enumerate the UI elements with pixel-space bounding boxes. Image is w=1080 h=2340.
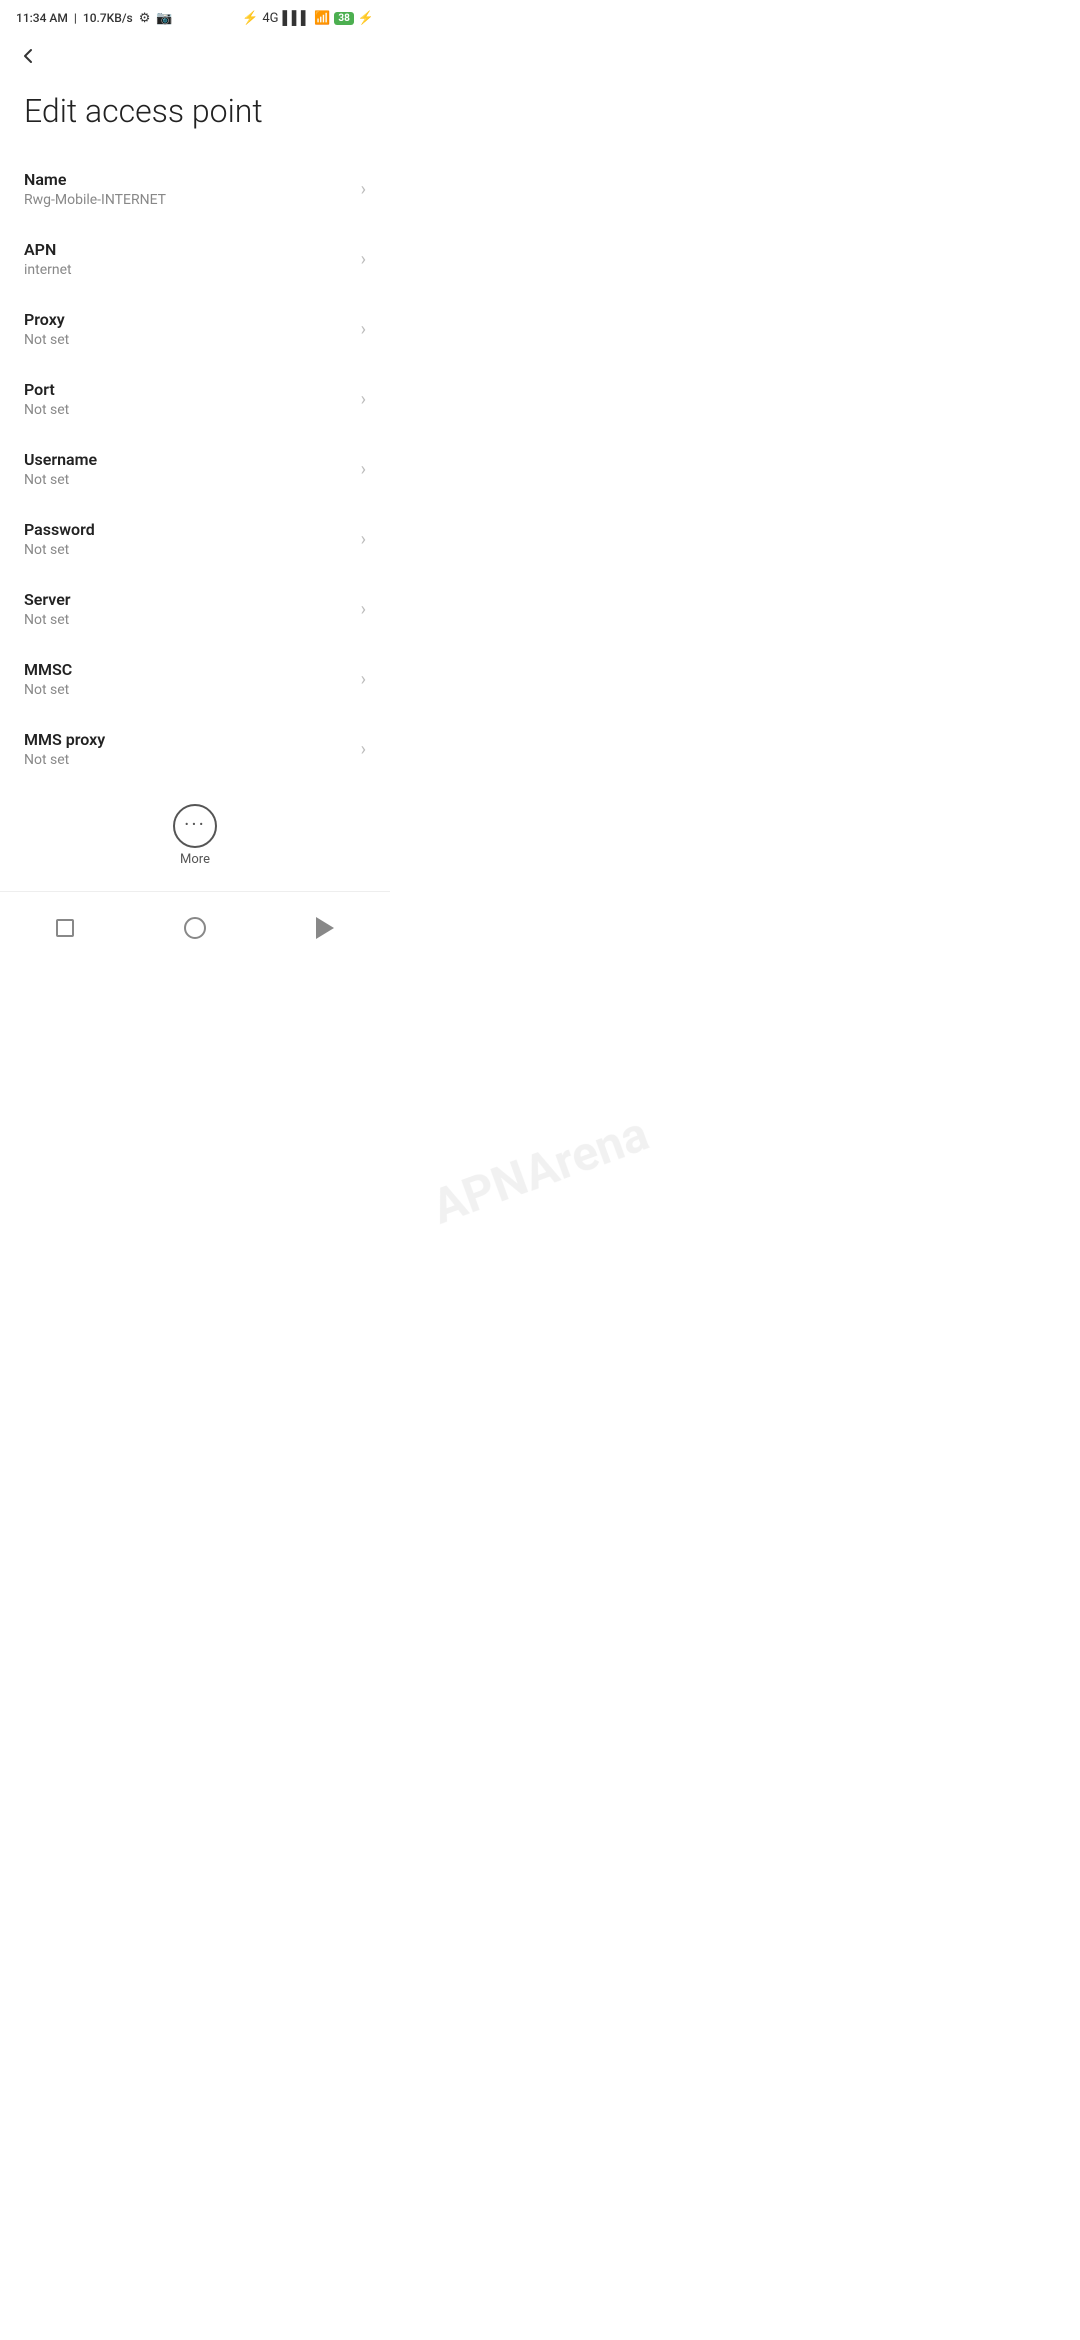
- wifi-icon: 📶: [314, 11, 330, 26]
- chevron-right-icon: ›: [361, 669, 366, 690]
- settings-item-label: Proxy: [24, 310, 353, 329]
- home-icon: [184, 917, 206, 939]
- settings-item-proxy[interactable]: Proxy Not set ›: [24, 294, 366, 364]
- chevron-right-icon: ›: [361, 389, 366, 410]
- settings-item-content: Name Rwg-Mobile-INTERNET: [24, 170, 353, 208]
- status-bar: 11:34 AM | 10.7KB/s ⚙ 📷 ⚡ 4G ▌▌▌ 📶 38 ⚡: [0, 0, 390, 32]
- settings-item-label: Password: [24, 520, 353, 539]
- settings-item-username[interactable]: Username Not set ›: [24, 434, 366, 504]
- settings-item-mms-proxy[interactable]: MMS proxy Not set ›: [24, 714, 366, 784]
- home-button[interactable]: [171, 904, 219, 952]
- settings-item-content: Port Not set: [24, 380, 353, 418]
- settings-item-content: Server Not set: [24, 590, 353, 628]
- charging-icon: ⚡: [358, 11, 374, 26]
- settings-item-content: Proxy Not set: [24, 310, 353, 348]
- page-title: Edit access point: [0, 80, 390, 154]
- settings-item-value: Not set: [24, 682, 353, 698]
- battery-display: 38: [334, 12, 353, 25]
- settings-item-apn[interactable]: APN internet ›: [24, 224, 366, 294]
- more-button[interactable]: ··· More: [0, 784, 390, 883]
- chevron-right-icon: ›: [361, 249, 366, 270]
- settings-item-value: Not set: [24, 472, 353, 488]
- settings-item-label: Name: [24, 170, 353, 189]
- recents-icon: [56, 919, 74, 937]
- recents-button[interactable]: [41, 904, 89, 952]
- settings-item-name[interactable]: Name Rwg-Mobile-INTERNET ›: [24, 154, 366, 224]
- more-label: More: [180, 852, 210, 867]
- separator: |: [74, 11, 77, 25]
- settings-item-content: Password Not set: [24, 520, 353, 558]
- settings-item-label: MMSC: [24, 660, 353, 679]
- camera-icon: 📷: [156, 11, 172, 26]
- settings-item-label: Server: [24, 590, 353, 609]
- chevron-right-icon: ›: [361, 599, 366, 620]
- chevron-right-icon: ›: [361, 459, 366, 480]
- back-button[interactable]: [0, 32, 390, 80]
- status-left: 11:34 AM | 10.7KB/s ⚙ 📷: [16, 11, 173, 26]
- status-right: ⚡ 4G ▌▌▌ 📶 38 ⚡: [242, 10, 374, 26]
- settings-item-password[interactable]: Password Not set ›: [24, 504, 366, 574]
- settings-item-value: Not set: [24, 332, 353, 348]
- settings-item-content: APN internet: [24, 240, 353, 278]
- settings-list: NameRwg-Mobile-INTERNET›APNinternet›Prox…: [0, 154, 390, 784]
- settings-item-value: Rwg-Mobile-INTERNET: [24, 192, 353, 208]
- time-display: 11:34 AM: [16, 11, 68, 25]
- settings-item-label: APN: [24, 240, 353, 259]
- chevron-right-icon: ›: [361, 529, 366, 550]
- settings-item-label: MMS proxy: [24, 730, 353, 749]
- settings-item-content: MMS proxy Not set: [24, 730, 353, 768]
- settings-item-content: Username Not set: [24, 450, 353, 488]
- chevron-right-icon: ›: [361, 179, 366, 200]
- signal-bars-icon: ▌▌▌: [283, 10, 311, 26]
- settings-item-value: internet: [24, 262, 353, 278]
- settings-item-value: Not set: [24, 612, 353, 628]
- settings-item-mmsc[interactable]: MMSC Not set ›: [24, 644, 366, 714]
- more-circle-icon: ···: [173, 804, 217, 848]
- settings-item-label: Port: [24, 380, 353, 399]
- network-speed: 10.7KB/s: [83, 11, 133, 25]
- more-dots-icon: ···: [184, 812, 206, 836]
- bluetooth-icon: ⚡: [242, 11, 258, 26]
- settings-item-content: MMSC Not set: [24, 660, 353, 698]
- watermark: APNArena: [424, 1105, 655, 1236]
- signal-4g-icon: 4G: [262, 11, 278, 26]
- settings-item-value: Not set: [24, 542, 353, 558]
- back-nav-icon: [316, 917, 334, 939]
- settings-item-label: Username: [24, 450, 353, 469]
- chevron-right-icon: ›: [361, 739, 366, 760]
- bottom-nav: [0, 891, 390, 968]
- settings-item-value: Not set: [24, 402, 353, 418]
- back-nav-button[interactable]: [301, 904, 349, 952]
- settings-item-port[interactable]: Port Not set ›: [24, 364, 366, 434]
- chevron-right-icon: ›: [361, 319, 366, 340]
- settings-item-server[interactable]: Server Not set ›: [24, 574, 366, 644]
- settings-item-value: Not set: [24, 752, 353, 768]
- settings-icon: ⚙: [139, 11, 151, 26]
